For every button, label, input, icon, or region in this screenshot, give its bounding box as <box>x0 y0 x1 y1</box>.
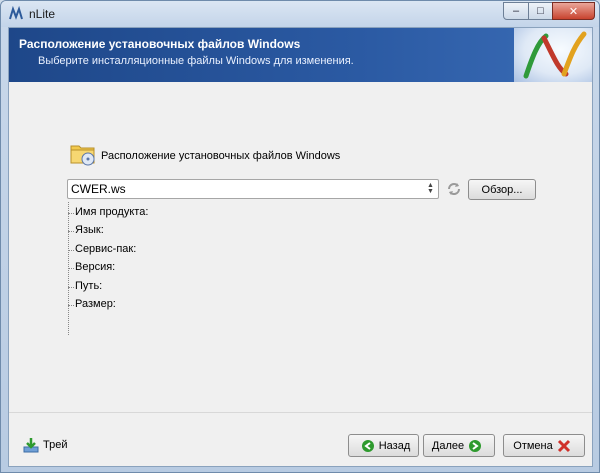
info-path: Путь: <box>67 280 102 292</box>
next-arrow-icon <box>469 439 482 452</box>
tray-button[interactable]: Трей <box>23 437 67 453</box>
cancel-label: Отмена <box>513 439 553 452</box>
back-label: Назад <box>378 439 411 452</box>
next-label: Далее <box>431 439 465 452</box>
tray-label: Трей <box>43 439 68 451</box>
minimize-button[interactable]: – <box>503 2 529 20</box>
info-product-name: Имя продукта: <box>67 206 148 218</box>
info-service-pack: Сервис-пак: <box>67 243 136 255</box>
header-subtitle: Выберите инсталляционные файлы Windows д… <box>38 55 354 67</box>
wizard-panel: Расположение установочных файлов Windows… <box>8 27 593 467</box>
next-button[interactable]: Далее <box>423 434 495 457</box>
wizard-footer: Трей Назад Далее Отмена <box>9 412 592 466</box>
info-size: Размер: <box>68 298 116 310</box>
cancel-x-icon <box>557 439 570 452</box>
info-language: Язык: <box>68 224 104 236</box>
source-path-combobox[interactable]: CWER.ws ▲ ▼ <box>67 179 439 199</box>
nlite-banner-logo <box>514 28 592 82</box>
wizard-header: Расположение установочных файлов Windows… <box>9 28 592 82</box>
folder-cd-icon <box>70 145 95 166</box>
refresh-icon[interactable] <box>445 180 463 198</box>
source-section-label: Расположение установочных файлов Windows <box>101 150 341 162</box>
info-version: Версия: <box>67 261 115 273</box>
combobox-value: CWER.ws <box>71 182 126 196</box>
nlite-logo-icon <box>9 6 23 20</box>
content-area: Расположение установочных файлов Windows… <box>9 82 592 412</box>
back-button[interactable]: Назад <box>348 434 419 457</box>
app-window: nLite – □ ✕ Расположение установочных фа… <box>0 0 600 473</box>
nlite-n-logo-icon <box>523 31 587 79</box>
maximize-button[interactable]: □ <box>528 2 553 20</box>
header-title: Расположение установочных файлов Windows <box>19 37 301 51</box>
combobox-arrows-icon[interactable]: ▲ ▼ <box>426 182 435 195</box>
window-title: nLite <box>29 7 56 21</box>
tray-download-icon <box>23 438 39 453</box>
title-bar[interactable]: nLite – □ ✕ <box>1 1 599 27</box>
browse-button[interactable]: Обзор... <box>468 179 536 200</box>
back-arrow-icon <box>361 439 374 452</box>
close-button[interactable]: ✕ <box>552 2 595 20</box>
cancel-button[interactable]: Отмена <box>503 434 585 457</box>
